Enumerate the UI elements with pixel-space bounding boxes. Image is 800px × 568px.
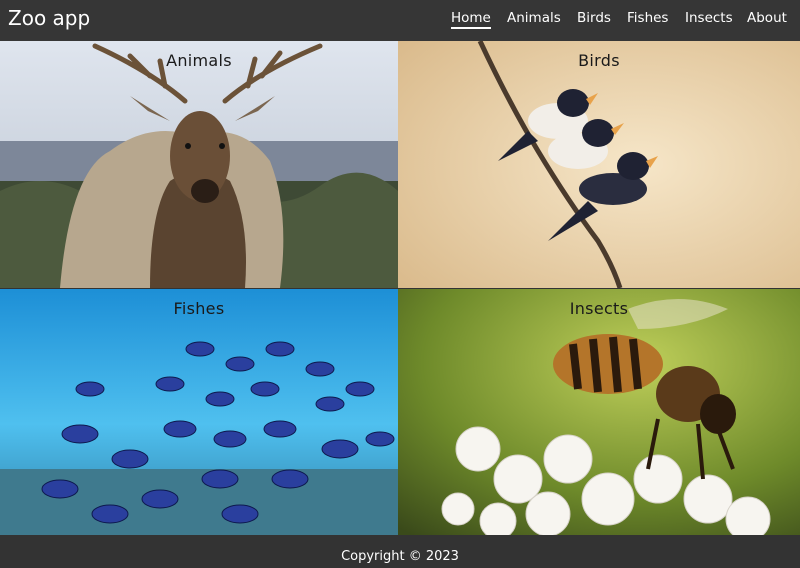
fishes-image <box>0 289 398 535</box>
tile-fishes-label: Fishes <box>173 299 225 318</box>
navbar: Zoo app Home Animals Birds Fishes Insect… <box>0 0 800 41</box>
tile-fishes[interactable]: Fishes <box>0 289 398 535</box>
nav-home[interactable]: Home <box>451 10 491 29</box>
tile-animals-label: Animals <box>166 51 232 70</box>
app-title[interactable]: Zoo app <box>8 6 90 30</box>
nav-birds[interactable]: Birds <box>577 10 611 26</box>
tile-animals[interactable]: Animals <box>0 41 398 288</box>
birds-image <box>398 41 800 288</box>
elk-image <box>0 41 398 288</box>
copyright-text: Copyright © 2023 <box>341 549 459 564</box>
footer: Copyright © 2023 <box>0 535 800 568</box>
nav-about[interactable]: About <box>747 10 787 26</box>
nav-insects[interactable]: Insects <box>685 10 733 26</box>
tile-birds-label: Birds <box>578 51 620 70</box>
nav-animals[interactable]: Animals <box>507 10 561 26</box>
nav-fishes[interactable]: Fishes <box>627 10 668 26</box>
tile-insects[interactable]: Insects <box>398 289 800 535</box>
bee-image <box>398 289 800 535</box>
tile-birds[interactable]: Birds <box>398 41 800 288</box>
gallery-grid: Animals Birds Fishes Insects <box>0 41 800 535</box>
tile-insects-label: Insects <box>569 299 629 318</box>
